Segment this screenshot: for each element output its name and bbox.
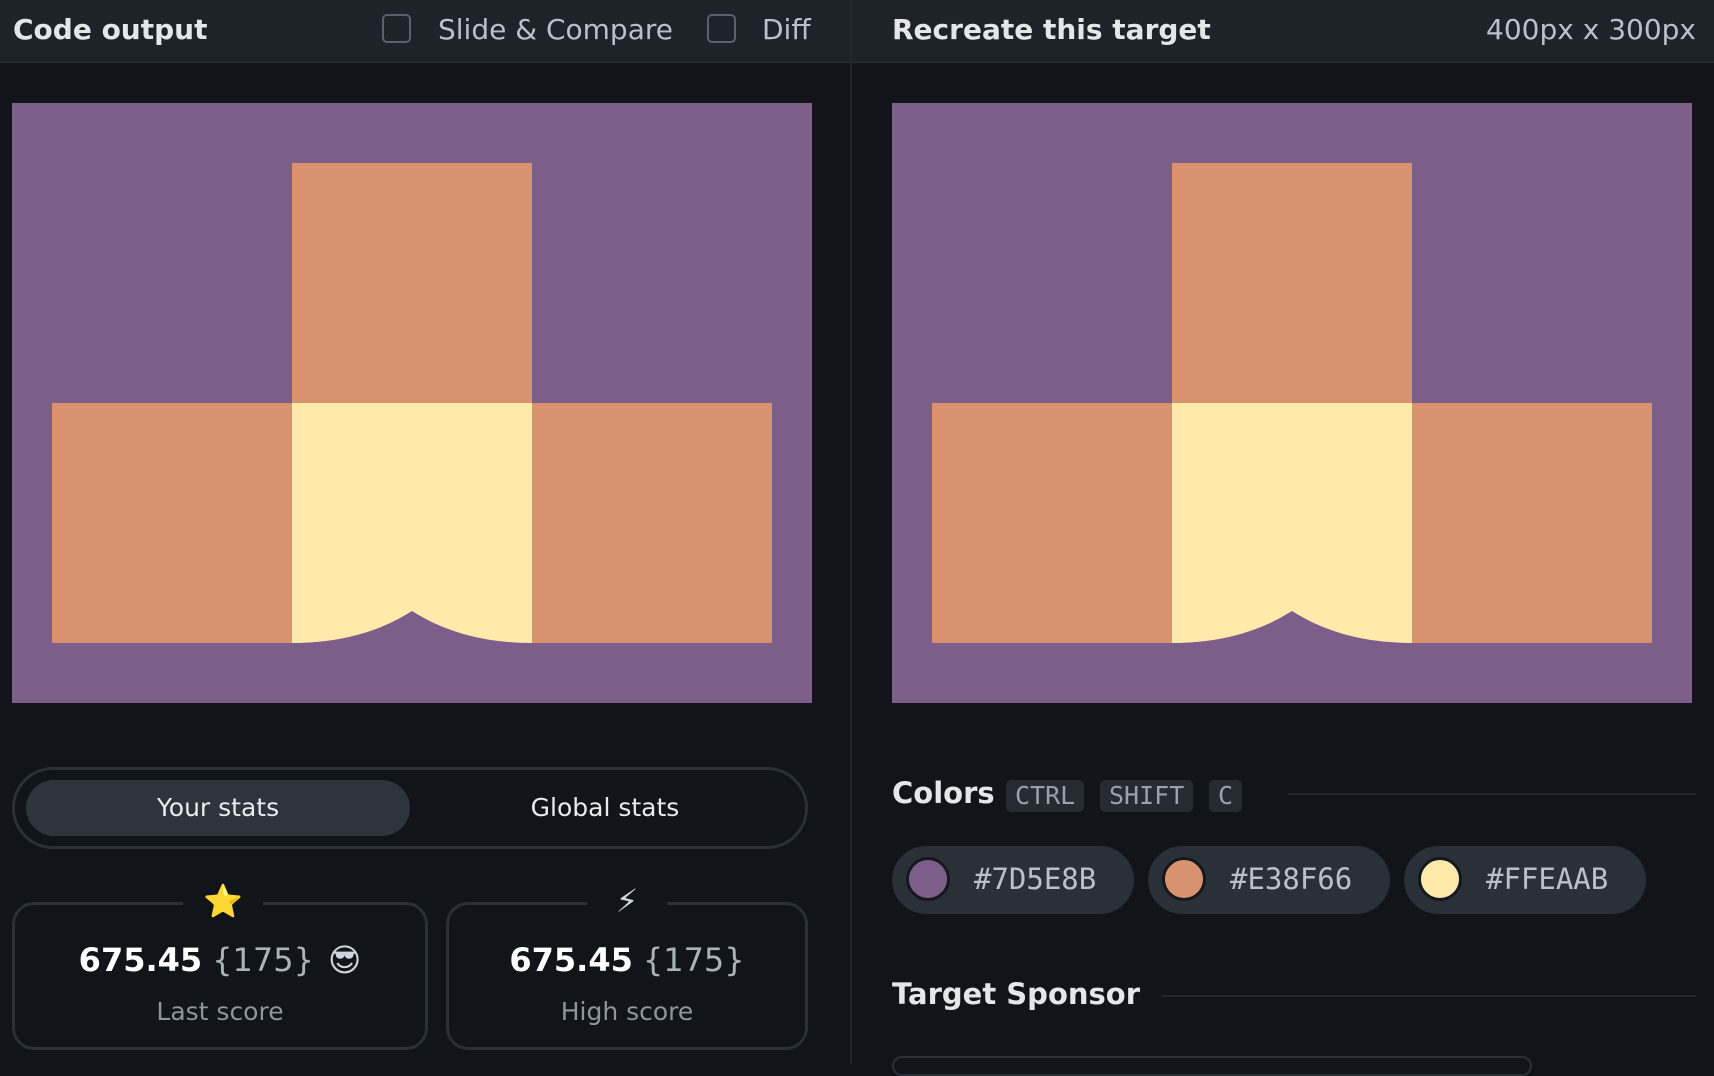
high-score-card: ⚡ 675.45 {175} High score [446, 881, 808, 1050]
high-score-value: 675.45 [509, 941, 633, 979]
color-swatch-purple [906, 857, 950, 901]
last-score-label: Last score [156, 997, 284, 1026]
high-score-label: High score [560, 997, 694, 1026]
center-block [292, 403, 532, 643]
lightning-icon: ⚡ [587, 881, 667, 921]
code-output-header: Code output Slide & Compare Diff [0, 0, 850, 63]
color-chip-purple[interactable]: #7D5E8B [892, 846, 1134, 914]
last-score-value-row: 675.45 {175} 😎 [15, 941, 425, 979]
sunglasses-emoji-icon: 😎 [327, 941, 362, 979]
color-hex-purple: #7D5E8B [974, 862, 1097, 896]
color-chip-orange[interactable]: #E38F66 [1148, 846, 1390, 914]
shift-key: SHIFT [1100, 780, 1194, 812]
target-panel: Recreate this target 400px x 300px Color… [852, 0, 1714, 1076]
sponsor-divider [1162, 995, 1696, 997]
color-chip-yellow[interactable]: #FFEAAB [1404, 846, 1646, 914]
right-block [532, 403, 772, 643]
color-hex-yellow: #FFEAAB [1486, 862, 1609, 896]
last-score-count: {175} [212, 941, 314, 979]
color-hex-orange: #E38F66 [1230, 862, 1353, 896]
code-output-panel: Code output Slide & Compare Diff Your st… [0, 0, 850, 1064]
color-swatch-yellow [1418, 857, 1462, 901]
global-stats-tab[interactable]: Global stats [413, 780, 797, 836]
c-key: C [1209, 780, 1243, 812]
target-top-block [1172, 163, 1412, 403]
high-score-value-row: 675.45 {175} [449, 941, 805, 979]
colors-divider [1288, 793, 1696, 795]
star-icon: ⭐ [183, 881, 263, 921]
slide-compare-checkbox[interactable] [382, 14, 411, 43]
diff-checkbox[interactable] [707, 14, 736, 43]
sponsor-card[interactable] [892, 1056, 1532, 1076]
target-sponsor-title: Target Sponsor [892, 977, 1141, 1011]
ctrl-key: CTRL [1006, 780, 1085, 812]
target-left-block [932, 403, 1172, 643]
code-output-title: Code output [13, 13, 208, 46]
left-block [52, 403, 292, 643]
top-block [292, 163, 532, 403]
color-swatch-orange [1162, 857, 1206, 901]
diff-label[interactable]: Diff [762, 13, 811, 46]
target-drawing [892, 103, 1692, 703]
high-score-count: {175} [642, 941, 745, 979]
output-drawing [12, 103, 812, 703]
your-stats-tab[interactable]: Your stats [26, 780, 410, 836]
code-output-preview[interactable] [12, 103, 812, 703]
target-title: Recreate this target [892, 13, 1211, 46]
target-right-block [1412, 403, 1652, 643]
target-header: Recreate this target 400px x 300px [852, 0, 1714, 63]
last-score-value: 675.45 [78, 941, 203, 979]
colors-title: Colors [892, 776, 995, 810]
target-center-block [1172, 403, 1412, 643]
target-preview[interactable] [892, 103, 1692, 703]
slide-compare-label[interactable]: Slide & Compare [438, 13, 673, 46]
last-score-card: ⭐ 675.45 {175} 😎 Last score [12, 881, 428, 1050]
target-dimensions: 400px x 300px [1486, 13, 1696, 46]
stats-toggle: Your stats Global stats [12, 767, 808, 849]
